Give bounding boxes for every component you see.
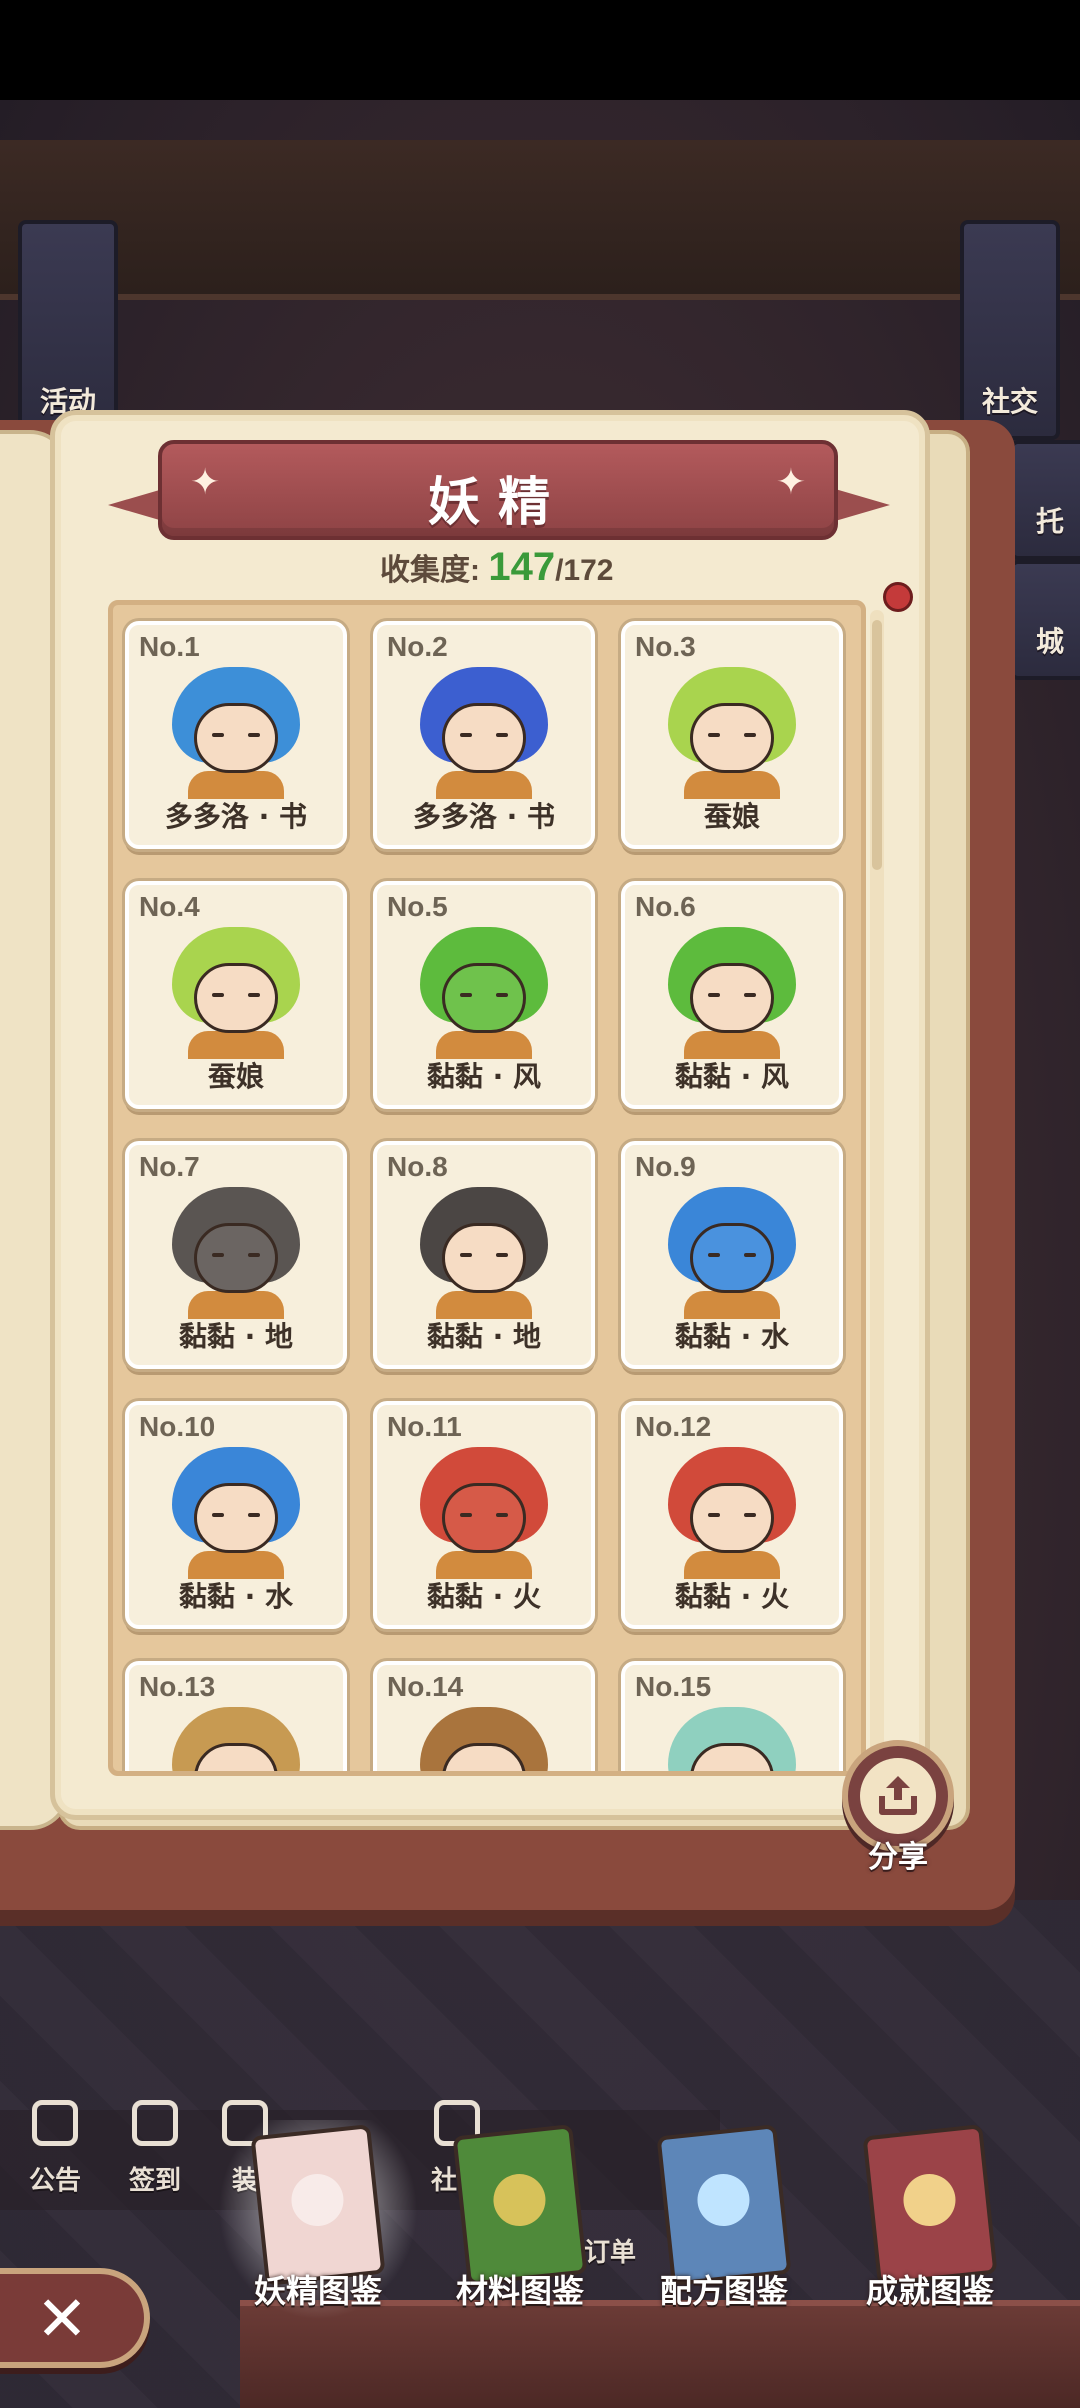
- tab-label: 配方图鉴: [659, 2272, 788, 2310]
- fairy-grid: No.1 多多洛 · 书 No.2 多多洛 · 书 No.3 蚕娘 No.4 蚕娘 No.5 黏黏…: [108, 600, 866, 1776]
- fairy-portrait: [414, 1447, 554, 1579]
- background-shelf: [0, 140, 1080, 300]
- share-icon: [860, 1758, 936, 1834]
- fairy-card[interactable]: No.10 黏黏 · 水: [125, 1401, 347, 1629]
- fairy-number: No.3: [635, 631, 696, 662]
- tab-label: 材料图鉴: [455, 2272, 584, 2310]
- calendar-icon: [132, 2100, 178, 2146]
- fairy-number: No.7: [139, 1151, 200, 1182]
- fairy-portrait: [414, 1187, 554, 1319]
- fairy-name: 黏黏 · 火: [426, 1580, 542, 1613]
- fairy-card[interactable]: No.13: [125, 1661, 347, 1771]
- fairy-name: 黏黏 · 地: [178, 1320, 294, 1353]
- fairy-card[interactable]: No.2 多多洛 · 书: [373, 621, 595, 849]
- fairy-name: 多多洛 · 书: [412, 800, 556, 833]
- share-label: 分享: [868, 1840, 928, 1875]
- ladybug-icon: [883, 582, 913, 612]
- crown-book-icon: [862, 2124, 998, 2286]
- fairy-portrait: [166, 927, 306, 1059]
- fairy-portrait: [662, 1187, 802, 1319]
- fairy-card[interactable]: No.1 多多洛 · 书: [125, 621, 347, 849]
- fairy-number: No.10: [139, 1411, 216, 1442]
- collection-label: 收集度:: [380, 554, 480, 587]
- fairy-number: No.14: [387, 1671, 464, 1702]
- fairy-number: No.6: [635, 891, 696, 922]
- fairy-name: 黏黏 · 风: [674, 1060, 790, 1093]
- leaf-book-icon: [452, 2124, 588, 2286]
- notice-label: 公告: [28, 2166, 81, 2196]
- scrollbar-thumb[interactable]: [872, 620, 882, 870]
- fairy-card[interactable]: No.12 黏黏 · 火: [621, 1401, 843, 1629]
- fairy-name: 黏黏 · 地: [426, 1320, 542, 1353]
- tab-fairy-guide[interactable]: 妖精图鉴: [218, 2120, 418, 2320]
- fairy-name: 蚕娘: [207, 1060, 264, 1093]
- fairy-card[interactable]: No.7 黏黏 · 地: [125, 1141, 347, 1369]
- fairy-number: No.11: [387, 1411, 462, 1442]
- fairy-card[interactable]: No.4 蚕娘: [125, 881, 347, 1109]
- tab-recipe-guide[interactable]: 配方图鉴: [624, 2124, 824, 2310]
- close-icon: ✕: [36, 2282, 88, 2355]
- fairy-card[interactable]: No.9 黏黏 · 水: [621, 1141, 843, 1369]
- tab-label: 成就图鉴: [865, 2272, 994, 2310]
- fairy-portrait: [414, 1707, 554, 1771]
- fairy-portrait: [166, 1447, 306, 1579]
- fairy-number: No.9: [635, 1151, 696, 1182]
- notice-button[interactable]: 公告: [10, 2100, 100, 2197]
- page-title: 妖精: [427, 473, 568, 533]
- social-banner[interactable]: 社交: [960, 220, 1060, 440]
- fairy-portrait: [414, 927, 554, 1059]
- fairy-number: No.4: [139, 891, 200, 922]
- fairy-portrait: [166, 1187, 306, 1319]
- fairy-card[interactable]: No.3 蚕娘: [621, 621, 843, 849]
- entrust-banner-label: 托: [1035, 505, 1064, 538]
- fairy-card[interactable]: No.6 黏黏 · 风: [621, 881, 843, 1109]
- potion-book-icon: [656, 2124, 792, 2286]
- fairy-card[interactable]: No.5 黏黏 · 风: [373, 881, 595, 1109]
- fairy-portrait: [662, 1707, 802, 1771]
- collection-progress: 收集度: 147/172: [380, 545, 680, 595]
- fairy-portrait: [662, 667, 802, 799]
- fairy-card[interactable]: No.11 黏黏 · 火: [373, 1401, 595, 1629]
- fairy-name: 黏黏 · 火: [674, 1580, 790, 1613]
- fairy-portrait: [414, 667, 554, 799]
- fairy-number: No.8: [387, 1151, 448, 1182]
- fairy-book-icon: [250, 2124, 386, 2286]
- fairy-portrait: [166, 1707, 306, 1771]
- notice-icon: [32, 2100, 78, 2146]
- checkin-label: 签到: [128, 2166, 181, 2196]
- tab-material-guide[interactable]: 材料图鉴: [420, 2124, 620, 2310]
- fairy-number: No.13: [139, 1671, 216, 1702]
- fairy-portrait: [662, 1447, 802, 1579]
- fairy-portrait: [166, 667, 306, 799]
- fairy-card[interactable]: No.14: [373, 1661, 595, 1771]
- shop-banner[interactable]: 城: [1010, 560, 1080, 680]
- tab-label: 妖精图鉴: [253, 2272, 382, 2310]
- fairy-name: 黏黏 · 风: [426, 1060, 542, 1093]
- fairy-number: No.5: [387, 891, 448, 922]
- grid-scrollbar[interactable]: [870, 610, 884, 1770]
- fairy-card[interactable]: No.8 黏黏 · 地: [373, 1141, 595, 1369]
- shop-banner-label: 城: [1035, 625, 1064, 658]
- checkin-button[interactable]: 签到: [110, 2100, 200, 2197]
- social-banner-label: 社交: [981, 385, 1038, 418]
- fairy-number: No.12: [635, 1411, 712, 1442]
- collection-total: /172: [555, 554, 614, 587]
- tab-achievement-guide[interactable]: 成就图鉴: [830, 2124, 1030, 2310]
- fairy-name: 黏黏 · 水: [178, 1580, 294, 1613]
- fairy-portrait: [662, 927, 802, 1059]
- title-ribbon: ✦ ✦ 妖精: [158, 440, 838, 540]
- fairy-name: 蚕娘: [703, 800, 760, 833]
- fairy-card[interactable]: No.15: [621, 1661, 843, 1771]
- fairy-number: No.2: [387, 631, 448, 662]
- fairy-number: No.15: [635, 1671, 712, 1702]
- fairy-number: No.1: [139, 631, 200, 662]
- fairy-name: 黏黏 · 水: [674, 1320, 790, 1353]
- activity-banner[interactable]: 活动: [18, 220, 118, 440]
- close-button[interactable]: ✕: [0, 2268, 150, 2368]
- fairy-name: 多多洛 · 书: [164, 800, 308, 833]
- collection-count: 147: [488, 545, 556, 589]
- entrust-banner[interactable]: 托: [1010, 440, 1080, 560]
